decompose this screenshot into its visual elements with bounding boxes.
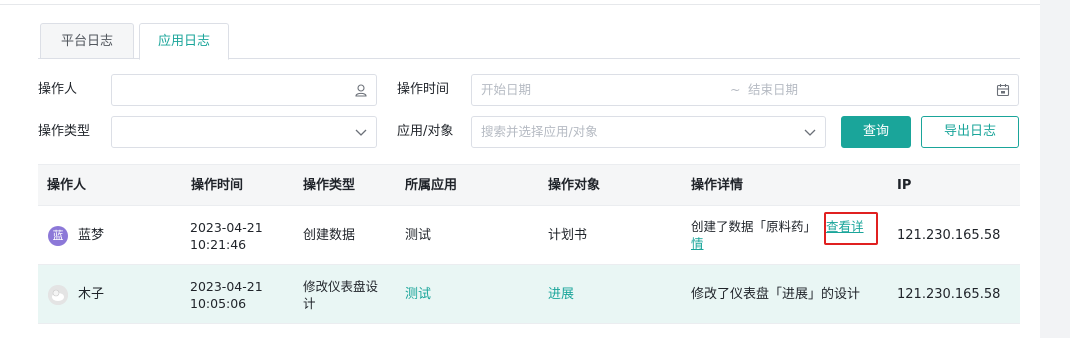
table-header: 操作人 操作时间 操作类型 所属应用 操作对象 操作详情 IP bbox=[38, 164, 1020, 206]
target-placeholder: 搜索并选择应用/对象 bbox=[481, 124, 598, 139]
user-icon bbox=[355, 84, 367, 97]
operation-clock: 10:21:46 bbox=[190, 237, 247, 252]
target-label: 应用/对象 bbox=[397, 124, 454, 139]
operation-time: 2023-04-21 10:21:46 bbox=[190, 219, 263, 253]
annotation-highlight-box bbox=[824, 212, 878, 245]
time-label: 操作时间 bbox=[397, 82, 450, 97]
end-date-input[interactable]: 结束日期 bbox=[748, 75, 798, 105]
operation-type-line: 修改仪表盘设 bbox=[303, 279, 379, 294]
avatar-image-icon bbox=[48, 285, 68, 305]
operator-name: 木子 bbox=[78, 287, 105, 302]
col-operator: 操作人 bbox=[47, 178, 87, 193]
operator-label: 操作人 bbox=[38, 82, 78, 97]
col-time: 操作时间 bbox=[191, 178, 244, 193]
operator-input[interactable] bbox=[111, 74, 377, 106]
operation-time: 2023-04-21 10:05:06 bbox=[190, 278, 263, 312]
operation-type: 修改仪表盘设 计 bbox=[303, 278, 378, 312]
operation-type: 创建数据 bbox=[303, 228, 356, 243]
log-panel: 平台日志 应用日志 操作人 操作时间 开始日期 ~ 结束日期 操作类型 应用/对… bbox=[0, 0, 1040, 338]
ip-address: 121.230.165.58 bbox=[897, 228, 1001, 243]
avatar bbox=[48, 285, 68, 305]
operation-date: 2023-04-21 bbox=[190, 279, 263, 294]
operation-detail: 修改了仪表盘「进展」的设计 bbox=[691, 287, 861, 302]
export-log-button[interactable]: 导出日志 bbox=[921, 116, 1019, 148]
type-label: 操作类型 bbox=[38, 124, 91, 139]
calendar-icon bbox=[996, 84, 1010, 97]
ip-address: 121.230.165.58 bbox=[897, 287, 1001, 302]
operation-target: 计划书 bbox=[548, 228, 588, 243]
col-ip: IP bbox=[897, 178, 912, 193]
log-tabs: 平台日志 应用日志 bbox=[38, 23, 1020, 60]
tab-app-log[interactable]: 应用日志 bbox=[139, 23, 229, 60]
operation-type-line: 计 bbox=[303, 296, 316, 311]
type-select[interactable] bbox=[111, 116, 377, 148]
target-select[interactable]: 搜索并选择应用/对象 bbox=[471, 116, 826, 148]
date-range-picker[interactable]: 开始日期 ~ 结束日期 bbox=[471, 74, 1019, 106]
col-target: 操作对象 bbox=[548, 178, 601, 193]
app-name: 测试 bbox=[405, 287, 432, 302]
app-name: 测试 bbox=[405, 228, 432, 243]
chevron-down-icon bbox=[355, 129, 367, 136]
query-button[interactable]: 查询 bbox=[841, 116, 911, 148]
tab-platform-log[interactable]: 平台日志 bbox=[40, 23, 134, 59]
col-detail: 操作详情 bbox=[691, 178, 744, 193]
avatar: 蓝 bbox=[48, 226, 68, 246]
operation-target: 进展 bbox=[548, 287, 575, 302]
detail-text: 创建了数据「原料药」 bbox=[691, 219, 817, 234]
col-app: 所属应用 bbox=[405, 178, 458, 193]
start-date-input[interactable]: 开始日期 bbox=[481, 75, 531, 105]
table-row[interactable]: 木子 2023-04-21 10:05:06 修改仪表盘设 计 测试 进展 修改… bbox=[38, 265, 1020, 324]
date-separator: ~ bbox=[730, 82, 741, 97]
chevron-down-icon bbox=[804, 129, 816, 136]
operation-clock: 10:05:06 bbox=[190, 296, 247, 311]
col-type: 操作类型 bbox=[303, 178, 356, 193]
top-divider bbox=[0, 0, 1040, 5]
operator-name: 蓝梦 bbox=[78, 228, 105, 243]
operation-date: 2023-04-21 bbox=[190, 220, 263, 235]
